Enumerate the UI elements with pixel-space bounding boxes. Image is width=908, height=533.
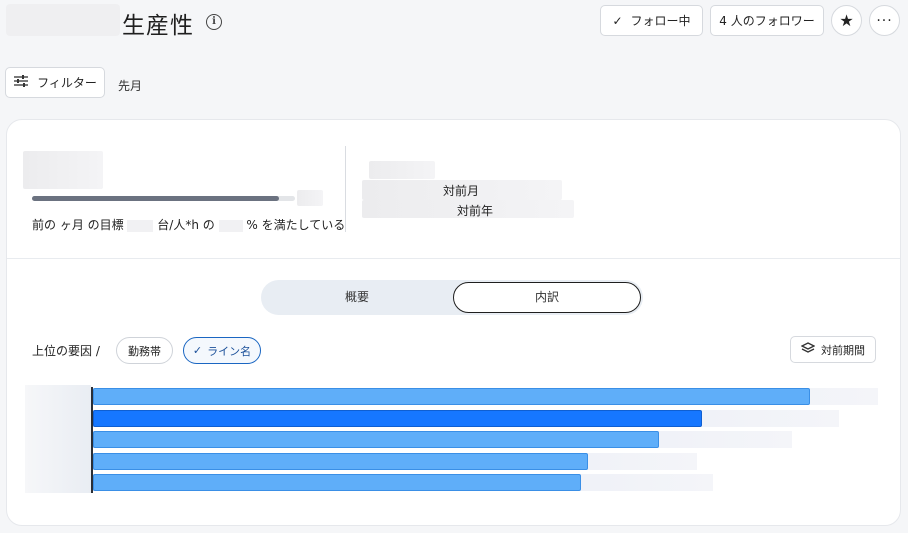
followers-label: 4 人のフォロワー (719, 14, 815, 28)
check-icon: ✓ (612, 13, 623, 28)
follow-label: フォロー中 (630, 14, 691, 28)
sliders-icon (13, 75, 29, 90)
info-icon[interactable]: i (206, 14, 222, 30)
chip-line-name[interactable]: ✓ ライン名 (183, 337, 261, 364)
goal-percent-redacted (218, 219, 243, 232)
favorite-button[interactable]: ★ (831, 5, 862, 36)
goal-caption-unit: 台/人*h の (157, 218, 215, 232)
bar-current-period[interactable] (93, 474, 581, 491)
bar-row (93, 453, 878, 470)
goal-value-redacted (127, 219, 154, 232)
check-icon: ✓ (192, 344, 203, 357)
tab-breakdown[interactable]: 内訳 (453, 282, 641, 313)
page-title: 生産性 (122, 13, 194, 39)
period-compare-label: 対前期間 (821, 343, 865, 357)
vs-prev-year-label: 対前年 (457, 204, 494, 218)
category-labels-redacted (25, 385, 91, 493)
vs-prev-month-label: 対前月 (443, 184, 480, 198)
more-button[interactable]: ··· (869, 5, 900, 36)
top-factors-label: 上位の要因 / (32, 344, 100, 358)
star-icon: ★ (839, 11, 854, 30)
chip-shift-label: 勤務帯 (128, 344, 161, 358)
comparison-redacted (369, 161, 435, 179)
vertical-divider (345, 146, 346, 232)
goal-caption-suffix: % を満たしている (246, 218, 346, 232)
chip-shift[interactable]: 勤務帯 (116, 337, 173, 364)
filter-label: フィルター (37, 76, 97, 90)
chip-line-label: ライン名 (207, 344, 252, 358)
section-divider (7, 258, 900, 259)
goal-caption: 前の ヶ月 の目標 台/人*h の % を満たしている (32, 216, 345, 233)
period-compare-button[interactable]: 対前期間 (790, 336, 876, 363)
filter-button[interactable]: フィルター (5, 67, 105, 98)
kpi-value-redacted (23, 151, 103, 189)
bar-current-period[interactable] (93, 388, 810, 405)
bar-row (93, 410, 878, 427)
followers-button[interactable]: 4 人のフォロワー (710, 5, 824, 36)
bar-row (93, 474, 878, 491)
title-redacted (6, 4, 120, 36)
layers-icon (800, 341, 816, 358)
bar-current-period[interactable] (93, 410, 703, 427)
goal-progress-fill (32, 196, 280, 201)
bar-current-period[interactable] (93, 453, 588, 470)
goal-progress-bar (32, 196, 295, 201)
follow-button[interactable]: ✓ フォロー中 (600, 5, 703, 36)
bar-row (93, 388, 878, 405)
filter-period: 先月 (118, 79, 143, 93)
bar-row (93, 431, 878, 448)
breakdown-bar-chart (25, 385, 885, 495)
tab-overview[interactable]: 概要 (261, 280, 453, 315)
progress-value-redacted (297, 190, 323, 206)
metric-card: 前の ヶ月 の目標 台/人*h の % を満たしている 対前月 対前年 概要 内… (6, 119, 901, 526)
view-toggle: 概要 内訳 (261, 280, 643, 315)
more-icon: ··· (876, 12, 893, 29)
bar-current-period[interactable] (93, 431, 660, 448)
goal-caption-prefix: 前の ヶ月 の目標 (32, 218, 124, 232)
